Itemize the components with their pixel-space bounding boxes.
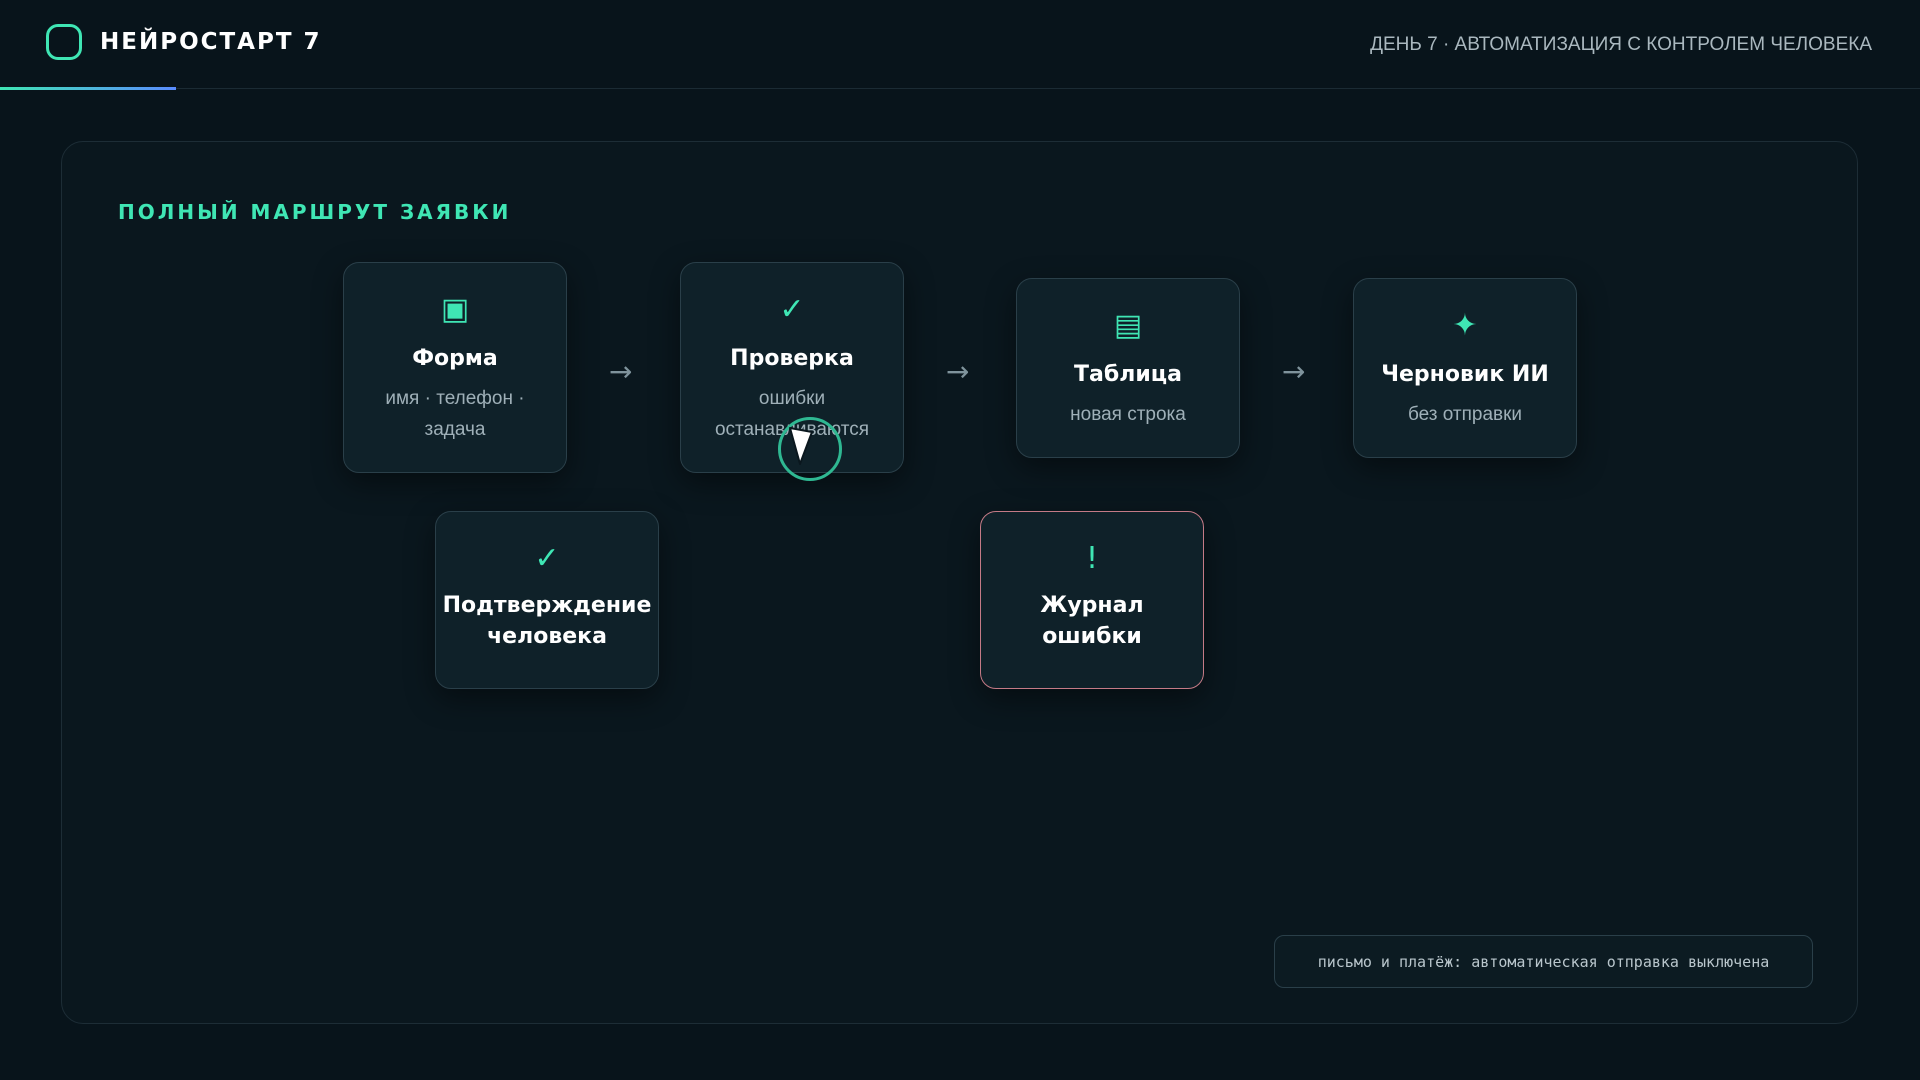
node-subtitle: задача: [424, 419, 486, 440]
arrow-icon: →: [1282, 355, 1306, 388]
progress-indicator: [0, 87, 176, 90]
node-title: Подтверждение: [442, 593, 652, 618]
panel-title: ПОЛНЫЙ МАРШРУТ ЗАЯВКИ: [118, 200, 512, 224]
node-subtitle: без отправки: [1407, 404, 1523, 425]
node-ai-draft[interactable]: ✦ Черновик ИИ без отправки: [1353, 278, 1577, 458]
node-subtitle: имя · телефон ·: [385, 388, 525, 409]
node-human-confirm[interactable]: ✓ Подтверждение человека: [435, 511, 659, 689]
top-bar: НЕЙРОСТАРТ 7 ДЕНЬ 7 · АВТОМАТИЗАЦИЯ С КО…: [0, 0, 1920, 90]
check-icon: ✓: [534, 541, 560, 576]
brand: НЕЙРОСТАРТ 7: [46, 24, 322, 60]
node-title: Таблица: [1074, 362, 1182, 387]
check-icon: ✓: [779, 292, 805, 327]
logo-icon: [46, 24, 82, 60]
node-title: ошибки: [1042, 624, 1142, 649]
note-text: письмо и платёж: автоматическая отправка…: [1317, 952, 1770, 971]
node-title: Черновик ИИ: [1381, 362, 1549, 387]
node-table[interactable]: ▤ Таблица новая строка: [1016, 278, 1240, 458]
arrow-icon: →: [609, 355, 633, 388]
day-title: ДЕНЬ 7 · АВТОМАТИЗАЦИЯ С КОНТРОЛЕМ ЧЕЛОВ…: [1370, 34, 1872, 55]
form-icon: ▣: [440, 292, 470, 327]
node-title: человека: [487, 624, 607, 649]
auto-send-note: письмо и платёж: автоматическая отправка…: [1274, 935, 1813, 988]
node-error-log[interactable]: ! Журнал ошибки: [980, 511, 1204, 689]
table-icon: ▤: [1113, 308, 1143, 343]
route-panel: [61, 141, 1858, 1024]
arrow-icon: →: [946, 355, 970, 388]
sparkle-icon: ✦: [1452, 308, 1478, 343]
node-title: Проверка: [730, 346, 854, 371]
node-form[interactable]: ▣ Форма имя · телефон · задача: [343, 262, 567, 473]
brand-name: НЕЙРОСТАРТ 7: [100, 29, 322, 55]
node-subtitle: ошибки: [758, 388, 826, 409]
cursor-icon: [789, 427, 813, 465]
node-title: Форма: [412, 346, 498, 371]
node-title: Журнал: [1040, 593, 1144, 618]
exclamation-icon: !: [1085, 541, 1099, 576]
node-subtitle: новая строка: [1070, 404, 1186, 425]
